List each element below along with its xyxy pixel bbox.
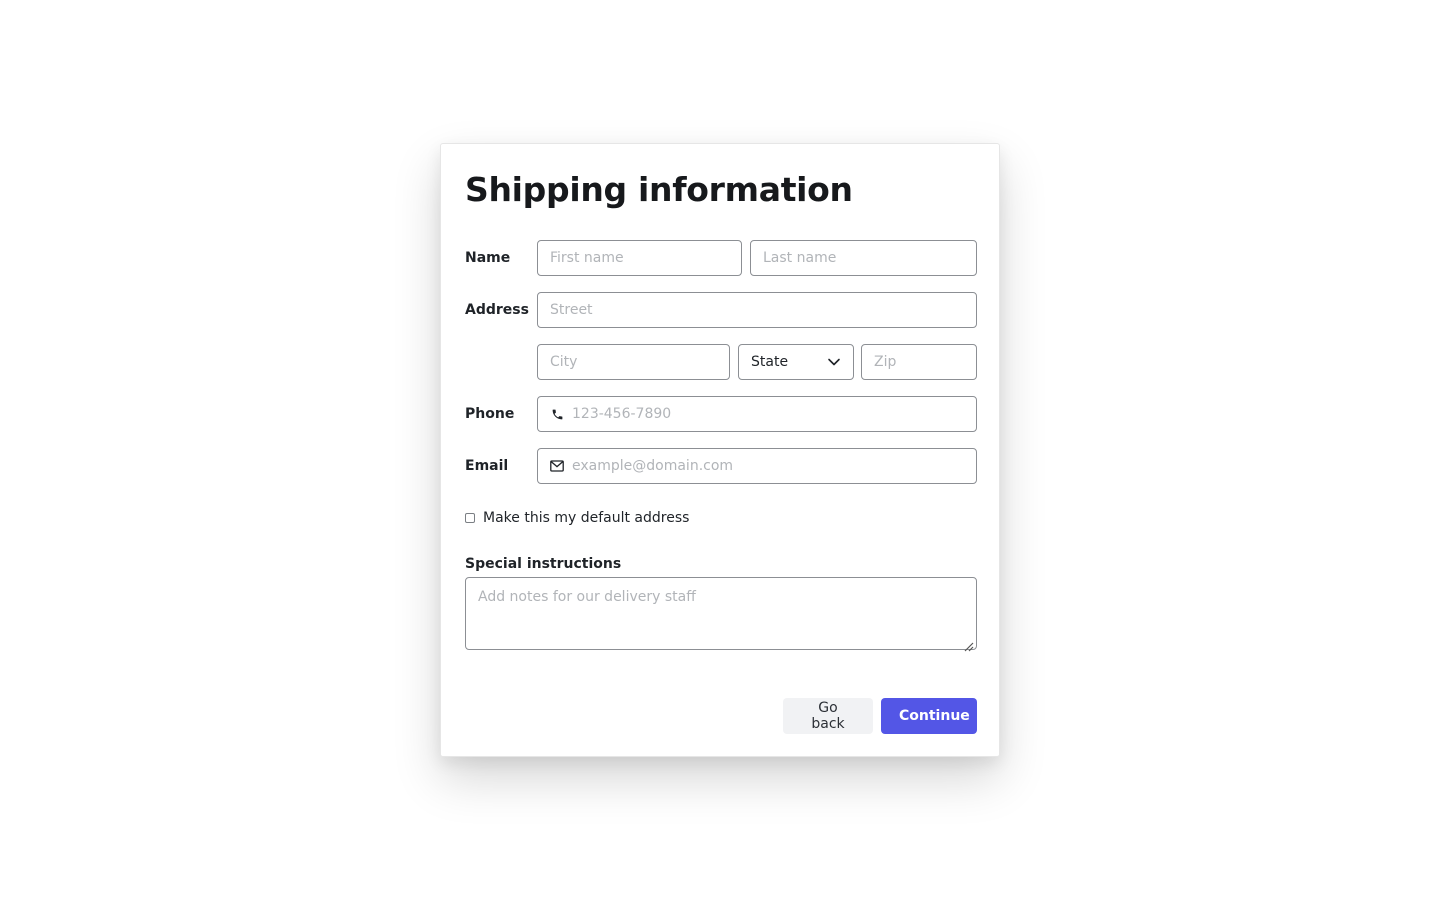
street-field[interactable] <box>537 292 977 328</box>
email-input[interactable] <box>572 458 964 474</box>
zip-field[interactable] <box>861 344 977 380</box>
form-actions: Go back Continue <box>783 698 977 734</box>
resize-handle-icon[interactable] <box>964 637 974 652</box>
special-instructions-textarea[interactable] <box>478 588 964 639</box>
address-label: Address <box>465 302 529 318</box>
street-input[interactable] <box>550 302 964 318</box>
state-select-value: State <box>751 354 789 370</box>
zip-input[interactable] <box>874 354 964 370</box>
shipping-form-card: Shipping information Name Address State … <box>440 143 1000 757</box>
first-name-input[interactable] <box>550 250 729 266</box>
special-instructions-field[interactable] <box>465 577 977 652</box>
go-back-button[interactable]: Go back <box>783 698 873 734</box>
default-address-row[interactable]: Make this my default address <box>465 510 689 526</box>
name-label: Name <box>465 250 511 266</box>
city-field[interactable] <box>537 344 730 380</box>
mail-icon <box>550 459 564 473</box>
email-field[interactable] <box>537 448 977 484</box>
phone-label: Phone <box>465 406 515 422</box>
first-name-field[interactable] <box>537 240 742 276</box>
last-name-input[interactable] <box>763 250 964 266</box>
phone-icon <box>550 407 564 421</box>
email-label: Email <box>465 458 509 474</box>
state-select[interactable]: State <box>738 344 854 380</box>
chevron-down-icon <box>827 355 841 369</box>
special-instructions-label: Special instructions <box>465 556 622 572</box>
city-input[interactable] <box>550 354 717 370</box>
default-address-checkbox[interactable] <box>465 513 475 523</box>
page-title: Shipping information <box>465 170 853 209</box>
phone-input[interactable] <box>572 406 964 422</box>
phone-field[interactable] <box>537 396 977 432</box>
default-address-label: Make this my default address <box>483 510 690 526</box>
last-name-field[interactable] <box>750 240 977 276</box>
continue-button[interactable]: Continue <box>881 698 977 734</box>
